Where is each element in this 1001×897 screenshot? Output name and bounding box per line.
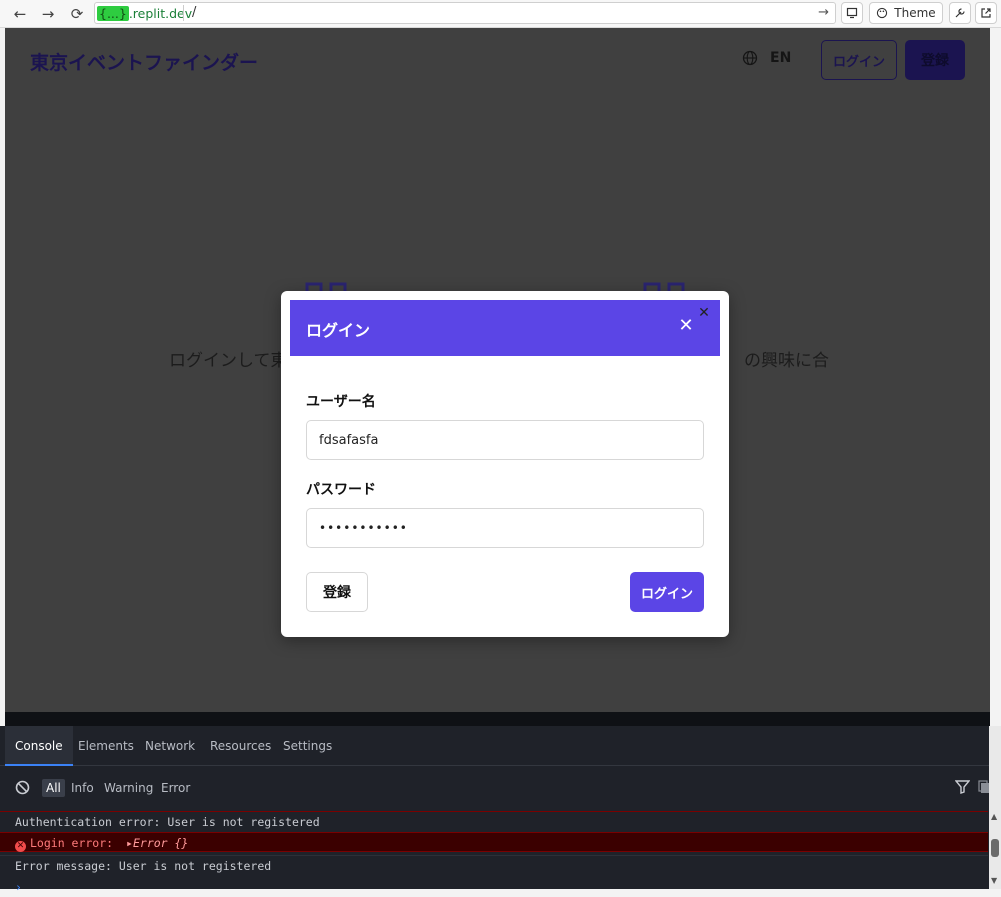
devtools-panel: Console Elements Network Resources Setti… — [0, 726, 1001, 894]
reload-icon[interactable]: ⟳ — [66, 3, 88, 25]
url-host-highlight: {...} — [97, 5, 129, 21]
filter-funnel-icon[interactable] — [955, 780, 970, 794]
username-label: ユーザー名 — [306, 394, 376, 410]
header-login-button[interactable]: ログイン — [821, 40, 897, 80]
back-arrow-icon[interactable]: ← — [9, 3, 31, 25]
scrollbar-thumb[interactable] — [991, 839, 999, 857]
scroll-up-icon[interactable]: ▲ — [991, 813, 999, 821]
header-register-button[interactable]: 登録 — [905, 40, 965, 80]
modal-header: ログイン ✕ — [290, 300, 720, 356]
forward-arrow-icon[interactable]: → — [37, 3, 59, 25]
hero-subtitle-left: ログインして東 — [169, 351, 288, 371]
language-label: EN — [770, 50, 792, 66]
tab-resources[interactable]: Resources — [210, 726, 271, 766]
console-prompt-icon[interactable]: › — [0, 877, 988, 897]
close-icon[interactable]: ✕ — [676, 316, 696, 336]
theme-button[interactable]: Theme — [869, 2, 943, 24]
theme-label: Theme — [894, 6, 936, 20]
devtools-resize-strip[interactable] — [5, 712, 990, 726]
palette-icon — [877, 7, 888, 19]
tab-settings[interactable]: Settings — [283, 726, 332, 766]
dialog-close-icon[interactable]: ✕ — [696, 305, 712, 321]
log-text: Error message: User is not registered — [15, 859, 272, 873]
hero-subtitle-right: の興味に合 — [744, 351, 829, 371]
password-input[interactable]: ••••••••••• — [306, 508, 704, 548]
tab-network[interactable]: Network — [145, 726, 195, 766]
app-viewport: 東京イベントファインダー EN ログイン 登録 ログインして東 の興味に合 ログ… — [5, 28, 990, 712]
open-external-icon[interactable] — [975, 2, 997, 24]
expand-triangle-icon[interactable]: ▸ — [126, 836, 133, 850]
filter-info[interactable]: Info — [71, 779, 94, 797]
log-error-object[interactable]: Error {} — [133, 836, 188, 850]
url-path[interactable]: / — [192, 4, 196, 22]
log-row-auth-error: Authentication error: User is not regist… — [0, 811, 988, 831]
tab-console[interactable]: Console — [5, 726, 73, 766]
devtools-tabs: Console Elements Network Resources Setti… — [0, 726, 1001, 766]
language-switcher[interactable]: EN — [742, 50, 791, 66]
go-arrow-icon[interactable]: → — [818, 4, 829, 22]
filter-all[interactable]: All — [42, 779, 65, 797]
filter-error[interactable]: Error — [161, 779, 190, 797]
wrench-icon[interactable] — [949, 2, 971, 24]
console-log-list: Authentication error: User is not regist… — [0, 807, 988, 894]
device-preview-icon[interactable] — [841, 2, 863, 24]
login-button[interactable]: ログイン — [630, 572, 704, 612]
log-row-error-message: Error message: User is not registered — [0, 855, 988, 875]
devtools-scrollbar[interactable]: ▲ ▼ — [989, 726, 1001, 889]
log-text: Authentication error: User is not regist… — [15, 815, 320, 829]
login-modal: ログイン ✕ ✕ ユーザー名 fdsafasfa パスワード •••••••••… — [281, 291, 729, 637]
url-bar[interactable]: {...} .replit.dev / → — [94, 2, 836, 24]
console-filter-bar: All Info Warning Error — [0, 767, 1001, 807]
url-host: {...} .replit.dev — [97, 4, 192, 22]
password-label: パスワード — [306, 482, 376, 498]
clear-console-icon[interactable] — [15, 780, 30, 795]
username-input[interactable]: fdsafasfa — [306, 420, 704, 460]
url-divider — [183, 5, 184, 21]
filter-warning[interactable]: Warning — [104, 779, 153, 797]
error-icon: ✕ — [15, 841, 26, 852]
scroll-down-icon[interactable]: ▼ — [991, 877, 999, 885]
site-title[interactable]: 東京イベントファインダー — [30, 48, 258, 75]
modal-title: ログイン — [306, 321, 371, 340]
tab-elements[interactable]: Elements — [78, 726, 134, 766]
globe-icon — [742, 50, 758, 66]
register-button[interactable]: 登録 — [306, 572, 368, 612]
browser-toolbar: ← → ⟳ {...} .replit.dev / → Theme — [0, 0, 1001, 28]
log-row-login-error[interactable]: ✕ Login error: ▸Error {} — [0, 832, 988, 852]
log-error-label: Login error: — [30, 836, 114, 850]
